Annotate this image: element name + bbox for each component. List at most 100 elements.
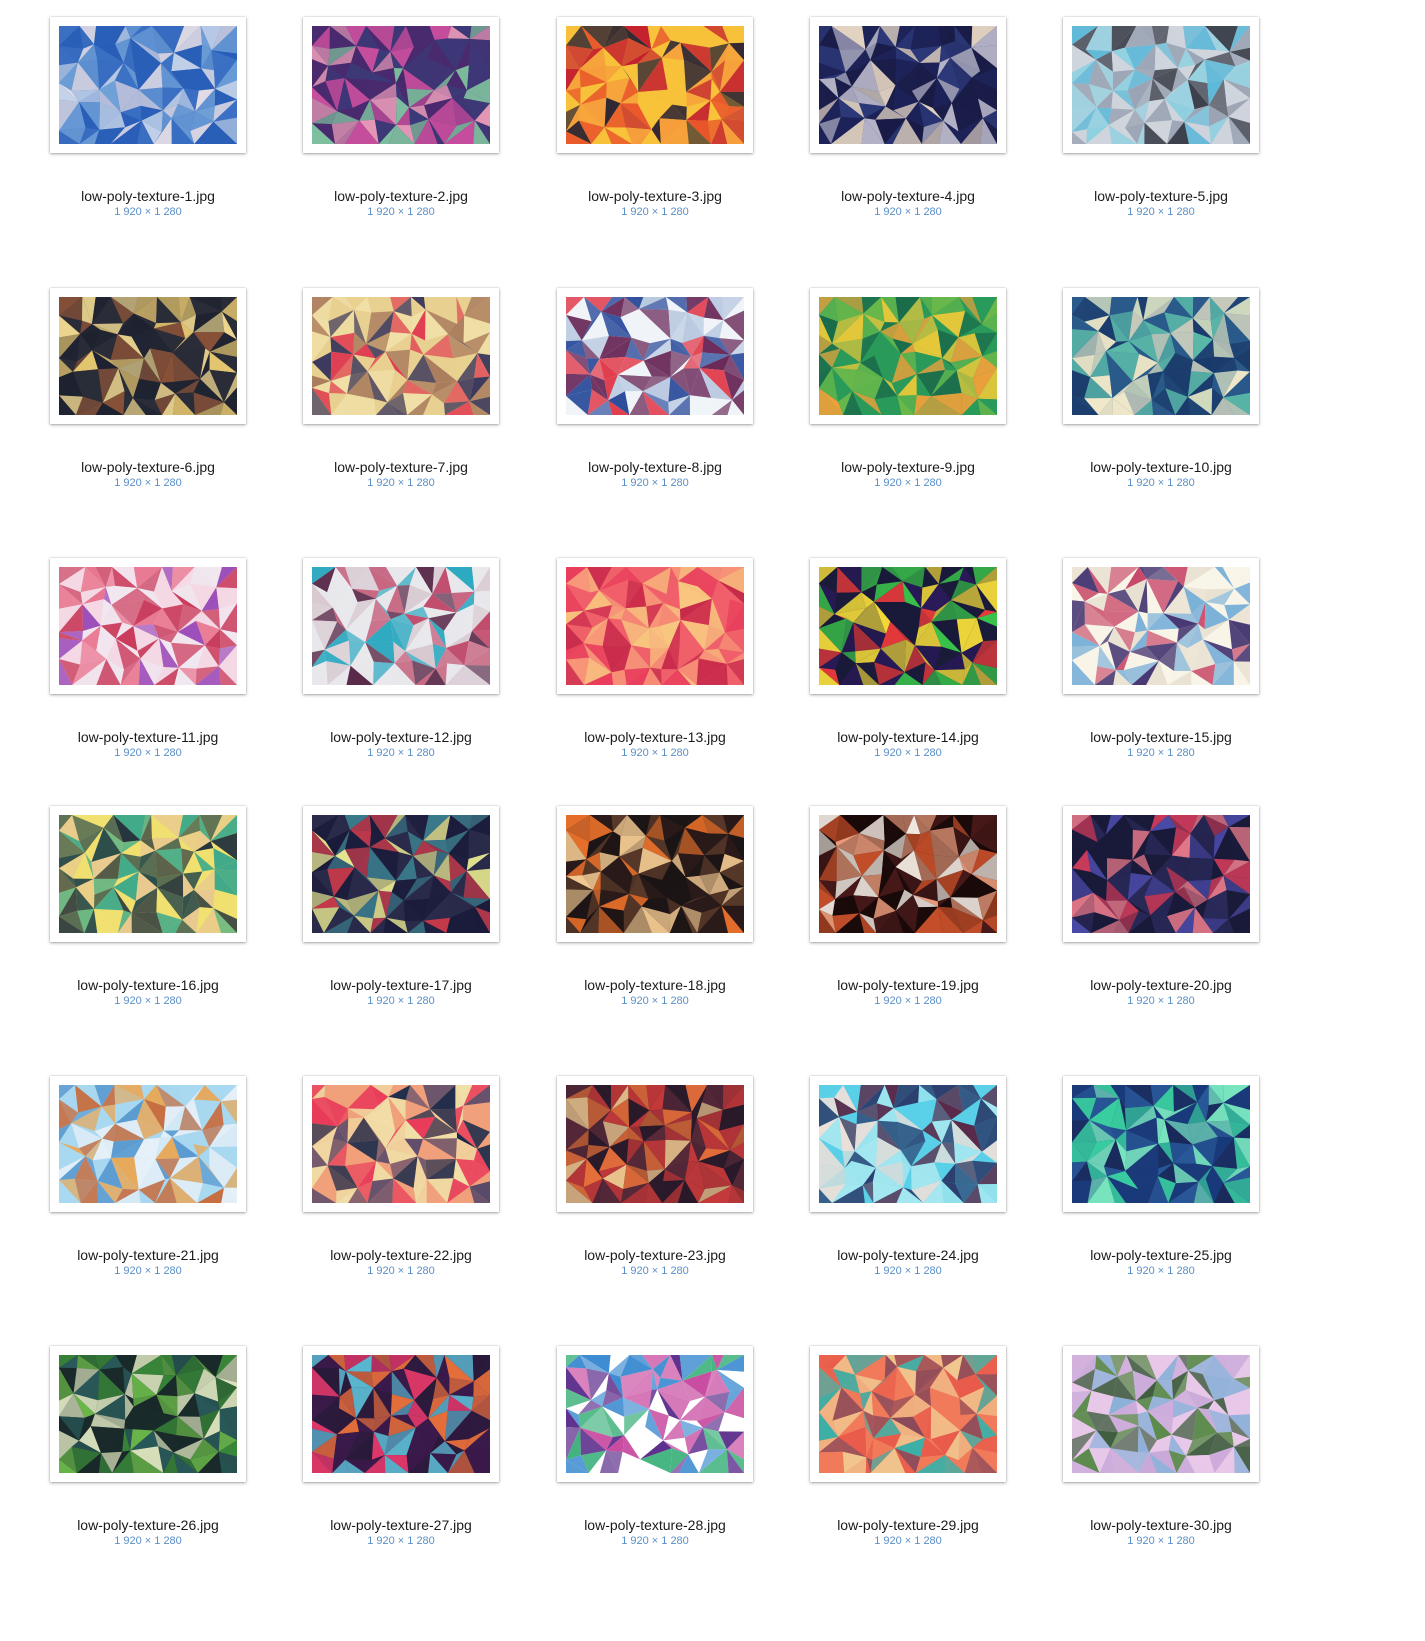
thumbnail[interactable] [557,806,753,942]
file-item-14[interactable]: low-poly-texture-14.jpg 1 920 × 1 280 [760,541,1026,771]
thumbnail[interactable] [810,1076,1006,1212]
file-name[interactable]: low-poly-texture-30.jpg [1013,1517,1309,1534]
file-item-18[interactable]: low-poly-texture-18.jpg 1 920 × 1 280 [507,789,773,1019]
thumbnail[interactable] [303,1346,499,1482]
file-item-16[interactable]: low-poly-texture-16.jpg 1 920 × 1 280 [0,789,266,1019]
thumbnail-image [1072,1085,1250,1203]
thumbnail[interactable] [557,17,753,153]
file-item-13[interactable]: low-poly-texture-13.jpg 1 920 × 1 280 [507,541,773,771]
thumbnail[interactable] [1063,558,1259,694]
file-name[interactable]: low-poly-texture-5.jpg [1013,188,1309,205]
file-name[interactable]: low-poly-texture-9.jpg [760,459,1056,476]
file-name[interactable]: low-poly-texture-13.jpg [507,729,803,746]
file-item-17[interactable]: low-poly-texture-17.jpg 1 920 × 1 280 [253,789,519,1019]
file-item-5[interactable]: low-poly-texture-5.jpg 1 920 × 1 280 [1013,0,1279,230]
file-name[interactable]: low-poly-texture-6.jpg [0,459,296,476]
file-name[interactable]: low-poly-texture-27.jpg [253,1517,549,1534]
file-name[interactable]: low-poly-texture-17.jpg [253,977,549,994]
file-dimensions: 1 920 × 1 280 [1127,1265,1195,1277]
thumbnail[interactable] [303,288,499,424]
file-item-6[interactable]: low-poly-texture-6.jpg 1 920 × 1 280 [0,271,266,501]
file-name[interactable]: low-poly-texture-16.jpg [0,977,296,994]
thumbnail[interactable] [50,17,246,153]
file-item-20[interactable]: low-poly-texture-20.jpg 1 920 × 1 280 [1013,789,1279,1019]
file-item-24[interactable]: low-poly-texture-24.jpg 1 920 × 1 280 [760,1059,1026,1289]
file-name[interactable]: low-poly-texture-7.jpg [253,459,549,476]
file-item-23[interactable]: low-poly-texture-23.jpg 1 920 × 1 280 [507,1059,773,1289]
file-name[interactable]: low-poly-texture-21.jpg [0,1247,296,1264]
file-item-1[interactable]: low-poly-texture-1.jpg 1 920 × 1 280 [0,0,266,230]
thumbnail-image [59,1355,237,1473]
thumbnail[interactable] [557,558,753,694]
file-dimensions: 1 920 × 1 280 [114,995,182,1007]
file-dimensions: 1 920 × 1 280 [874,995,942,1007]
file-dimensions: 1 920 × 1 280 [367,1265,435,1277]
file-item-3[interactable]: low-poly-texture-3.jpg 1 920 × 1 280 [507,0,773,230]
thumbnail[interactable] [557,1076,753,1212]
thumbnail[interactable] [557,1346,753,1482]
file-name[interactable]: low-poly-texture-19.jpg [760,977,1056,994]
file-name[interactable]: low-poly-texture-15.jpg [1013,729,1309,746]
thumbnail[interactable] [557,288,753,424]
thumbnail[interactable] [1063,288,1259,424]
thumbnail-image [566,297,744,415]
file-item-25[interactable]: low-poly-texture-25.jpg 1 920 × 1 280 [1013,1059,1279,1289]
file-name[interactable]: low-poly-texture-23.jpg [507,1247,803,1264]
file-item-11[interactable]: low-poly-texture-11.jpg 1 920 × 1 280 [0,541,266,771]
file-name[interactable]: low-poly-texture-29.jpg [760,1517,1056,1534]
file-item-2[interactable]: low-poly-texture-2.jpg 1 920 × 1 280 [253,0,519,230]
file-item-7[interactable]: low-poly-texture-7.jpg 1 920 × 1 280 [253,271,519,501]
file-item-27[interactable]: low-poly-texture-27.jpg 1 920 × 1 280 [253,1329,519,1559]
thumbnail[interactable] [303,806,499,942]
thumbnail[interactable] [50,1346,246,1482]
file-item-10[interactable]: low-poly-texture-10.jpg 1 920 × 1 280 [1013,271,1279,501]
file-name[interactable]: low-poly-texture-14.jpg [760,729,1056,746]
file-name[interactable]: low-poly-texture-18.jpg [507,977,803,994]
file-item-4[interactable]: low-poly-texture-4.jpg 1 920 × 1 280 [760,0,1026,230]
file-item-15[interactable]: low-poly-texture-15.jpg 1 920 × 1 280 [1013,541,1279,771]
thumbnail[interactable] [303,558,499,694]
thumbnail[interactable] [1063,806,1259,942]
file-item-12[interactable]: low-poly-texture-12.jpg 1 920 × 1 280 [253,541,519,771]
file-item-19[interactable]: low-poly-texture-19.jpg 1 920 × 1 280 [760,789,1026,1019]
thumbnail[interactable] [303,17,499,153]
file-name[interactable]: low-poly-texture-11.jpg [0,729,296,746]
thumbnail[interactable] [1063,17,1259,153]
thumbnail[interactable] [810,558,1006,694]
file-item-21[interactable]: low-poly-texture-21.jpg 1 920 × 1 280 [0,1059,266,1289]
file-name[interactable]: low-poly-texture-3.jpg [507,188,803,205]
thumbnail[interactable] [810,288,1006,424]
file-name[interactable]: low-poly-texture-12.jpg [253,729,549,746]
file-item-28[interactable]: low-poly-texture-28.jpg 1 920 × 1 280 [507,1329,773,1559]
file-item-29[interactable]: low-poly-texture-29.jpg 1 920 × 1 280 [760,1329,1026,1559]
file-name[interactable]: low-poly-texture-10.jpg [1013,459,1309,476]
file-item-22[interactable]: low-poly-texture-22.jpg 1 920 × 1 280 [253,1059,519,1289]
file-item-8[interactable]: low-poly-texture-8.jpg 1 920 × 1 280 [507,271,773,501]
thumbnail[interactable] [50,558,246,694]
file-name[interactable]: low-poly-texture-2.jpg [253,188,549,205]
file-name[interactable]: low-poly-texture-1.jpg [0,188,296,205]
file-name[interactable]: low-poly-texture-22.jpg [253,1247,549,1264]
file-name[interactable]: low-poly-texture-28.jpg [507,1517,803,1534]
thumbnail[interactable] [810,17,1006,153]
file-name[interactable]: low-poly-texture-24.jpg [760,1247,1056,1264]
file-item-9[interactable]: low-poly-texture-9.jpg 1 920 × 1 280 [760,271,1026,501]
thumbnail[interactable] [1063,1346,1259,1482]
file-dimensions: 1 920 × 1 280 [1127,995,1195,1007]
file-name[interactable]: low-poly-texture-4.jpg [760,188,1056,205]
file-name[interactable]: low-poly-texture-26.jpg [0,1517,296,1534]
thumbnail[interactable] [810,1346,1006,1482]
file-item-30[interactable]: low-poly-texture-30.jpg 1 920 × 1 280 [1013,1329,1279,1559]
thumbnail[interactable] [50,806,246,942]
thumbnail[interactable] [1063,1076,1259,1212]
file-name[interactable]: low-poly-texture-8.jpg [507,459,803,476]
file-name[interactable]: low-poly-texture-25.jpg [1013,1247,1309,1264]
thumbnail[interactable] [303,1076,499,1212]
thumbnail[interactable] [810,806,1006,942]
thumbnail[interactable] [50,288,246,424]
file-dimensions: 1 920 × 1 280 [367,477,435,489]
file-item-26[interactable]: low-poly-texture-26.jpg 1 920 × 1 280 [0,1329,266,1559]
file-name[interactable]: low-poly-texture-20.jpg [1013,977,1309,994]
thumbnail[interactable] [50,1076,246,1212]
thumbnail-image [312,567,490,685]
